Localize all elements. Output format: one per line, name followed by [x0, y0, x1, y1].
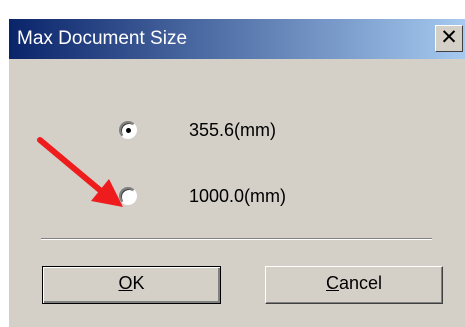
close-button[interactable]: ✕: [435, 25, 463, 52]
cancel-mnemonic: C: [325, 273, 339, 293]
radio-option-1000[interactable]: 1000.0(mm): [119, 181, 286, 211]
arrow-shaft: [37, 137, 104, 194]
cancel-button[interactable]: Cancel: [265, 266, 443, 304]
separator: [41, 238, 432, 240]
ok-mnemonic: O: [118, 273, 133, 293]
cancel-label: ancel: [338, 273, 383, 293]
max-document-size-dialog: Max Document Size ✕ 355.6(mm) 1000.0(mm)…: [8, 18, 465, 327]
close-icon: ✕: [440, 26, 458, 49]
title-bar: Max Document Size ✕: [9, 19, 465, 59]
radio-label-1000: 1000.0(mm): [189, 185, 287, 206]
radio-selected-dot: [126, 128, 131, 133]
radio-option-355[interactable]: 355.6(mm): [119, 115, 276, 145]
dialog-title: Max Document Size: [17, 28, 188, 49]
red-arrow-icon: [37, 137, 123, 207]
ok-button[interactable]: OK: [42, 266, 221, 304]
ok-label: K: [132, 273, 145, 293]
radio-label-355: 355.6(mm): [189, 119, 277, 140]
